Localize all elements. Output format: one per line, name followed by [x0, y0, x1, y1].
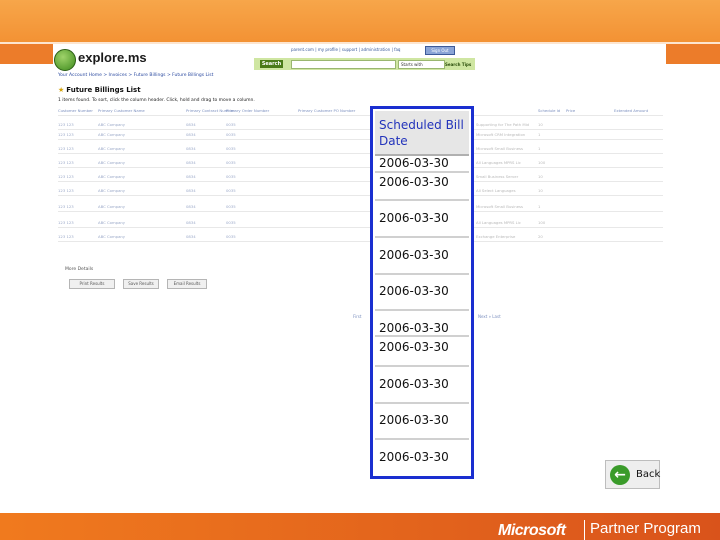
search-scope-select[interactable]: Starts with — [398, 60, 445, 69]
partner-program-label: Partner Program — [590, 520, 701, 537]
table-row[interactable]: 123 123 ABC Company 0834 0035 All Languages … — [58, 158, 663, 168]
logo-text: explore.ms — [78, 50, 147, 65]
screenshot-panel: explore.ms parent.com | my profile | sup… — [53, 44, 665, 490]
table-row[interactable]: 123 123 ABC Company 0834 0035 Exchange Enter… — [58, 232, 663, 242]
left-orange-band — [0, 44, 53, 64]
row-divider — [375, 365, 469, 367]
row-divider — [375, 438, 469, 440]
column-header[interactable]: Primary Customer Name — [98, 108, 145, 113]
scheduled-bill-date-header[interactable]: Scheduled Bill Date — [375, 111, 469, 156]
back-button[interactable]: ← Back — [605, 460, 660, 489]
globe-icon — [54, 49, 76, 71]
bill-date-cell: 2006-03-30 — [379, 340, 449, 354]
right-orange-band — [666, 44, 720, 64]
column-header[interactable]: Schedule Id — [538, 108, 560, 113]
star-icon: ★ — [58, 86, 65, 94]
page-title: ★ Future Billings List — [58, 86, 141, 94]
sign-out-button[interactable]: Sign Out — [425, 46, 455, 55]
row-divider — [375, 236, 469, 238]
bill-date-cell: 2006-03-30 — [379, 450, 449, 464]
table-row[interactable]: 123 123 ABC Company 0834 0035 All Select Lan… — [58, 186, 663, 196]
top-nav-links[interactable]: parent.com | my profile | support | admi… — [291, 47, 400, 52]
explore-logo[interactable]: explore.ms — [54, 48, 147, 71]
row-divider — [375, 402, 469, 404]
column-header[interactable]: Customer Number — [58, 108, 93, 113]
column-header[interactable]: Extended Amount — [614, 108, 648, 113]
table-row[interactable]: 123 123 ABC Company 0834 0035 All Languages … — [58, 218, 663, 228]
column-header[interactable]: Primary Customer PO Number — [298, 108, 355, 113]
table-row[interactable]: 123 123 ABC Company 0834 0035 Microsoft CRM … — [58, 130, 663, 140]
bill-date-cell: 2006-03-30 — [379, 175, 449, 189]
row-divider — [375, 273, 469, 275]
email-results-button[interactable]: Email Results — [167, 279, 207, 289]
print-results-button[interactable]: Print Results — [69, 279, 115, 289]
search-input[interactable] — [291, 60, 396, 69]
column-header[interactable]: Price — [566, 108, 575, 113]
row-divider — [375, 335, 469, 337]
page-title-text: Future Billings List — [66, 86, 141, 94]
table-row[interactable]: 123 123 ABC Company 0834 0035 Microsoft Smal… — [58, 144, 663, 154]
scheduled-bill-date-callout: Scheduled Bill Date 2006-03-30 2006-03-3… — [370, 106, 474, 479]
breadcrumb[interactable]: Your Account Home > Invoices > Future Bi… — [58, 73, 213, 78]
table-row[interactable]: 123 123 ABC Company 0834 0035 Small Business… — [58, 172, 663, 182]
row-divider — [375, 309, 469, 311]
header-label: Scheduled Bill Date — [379, 118, 464, 148]
more-details-label: More Details — [65, 267, 94, 272]
row-divider — [375, 171, 469, 173]
search-tips-link[interactable]: Search Tips — [445, 62, 471, 67]
back-label: Back — [636, 469, 661, 480]
bill-date-cell: 2006-03-30 — [379, 321, 449, 335]
footer-divider — [584, 520, 585, 540]
table-row[interactable]: 123 123 ABC Company 0834 0035 Supporting for… — [58, 120, 663, 130]
save-results-button[interactable]: Save Results — [123, 279, 159, 289]
bill-date-cell: 2006-03-30 — [379, 377, 449, 391]
bill-date-cell: 2006-03-30 — [379, 248, 449, 262]
table-header-row: Customer Number Primary Customer Name Pr… — [58, 106, 663, 116]
microsoft-logo: Microsoft — [498, 522, 566, 539]
column-header[interactable]: Primary Order Number — [226, 108, 269, 113]
pager-first-link[interactable]: First — [353, 314, 361, 319]
bill-date-cell: 2006-03-30 — [379, 284, 449, 298]
bill-date-cell: 2006-03-30 — [379, 156, 449, 170]
search-button[interactable]: Search — [260, 60, 283, 68]
pager-next-link[interactable]: Next » Last — [478, 314, 501, 319]
table-row[interactable]: 123 123 ABC Company 0834 0035 Microsoft Smal… — [58, 202, 663, 212]
bill-date-cell: 2006-03-30 — [379, 211, 449, 225]
row-divider — [375, 199, 469, 201]
top-orange-band — [0, 0, 720, 42]
back-arrow-icon: ← — [610, 465, 630, 485]
bill-date-cell: 2006-03-30 — [379, 413, 449, 427]
instructions: 1 items found. To sort, click the column… — [58, 98, 255, 103]
